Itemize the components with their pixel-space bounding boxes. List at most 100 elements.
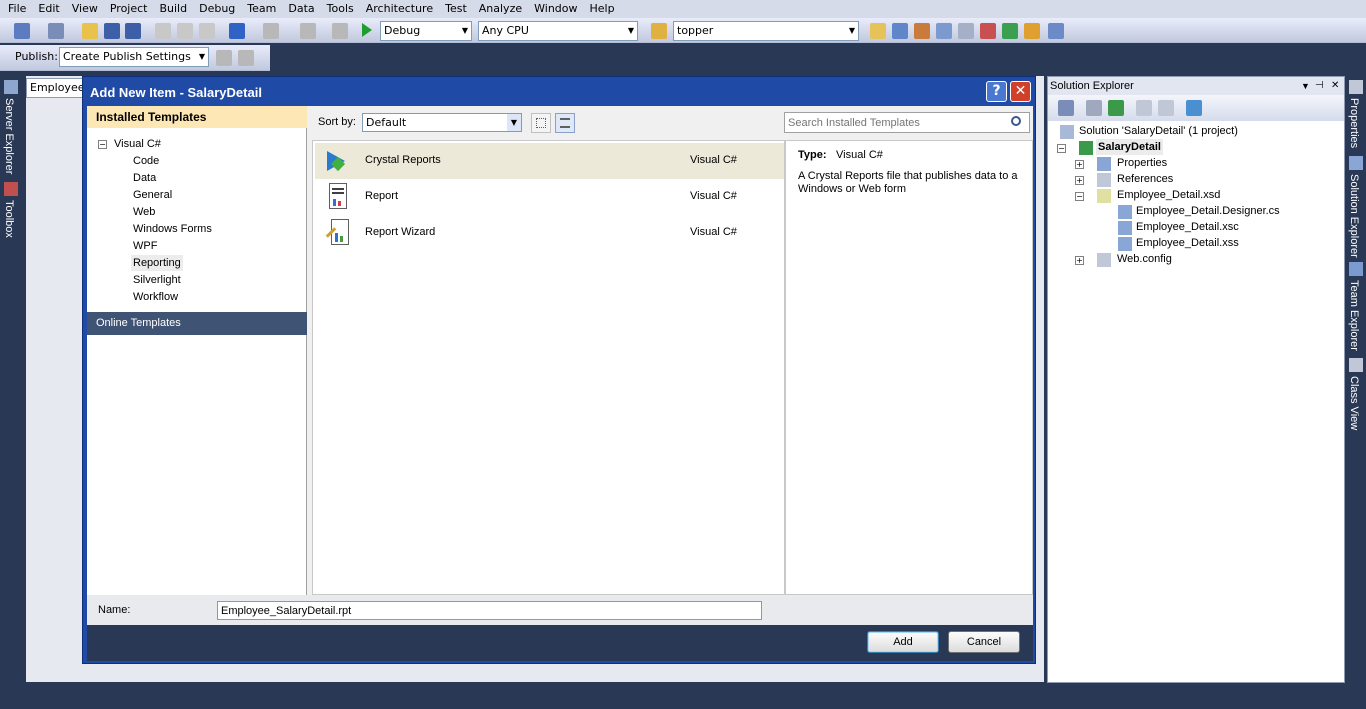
document-tab[interactable]: Employee_	[26, 78, 84, 98]
close-button[interactable]: ✕	[1010, 81, 1031, 102]
expand-icon[interactable]: +	[1075, 256, 1084, 265]
show-all-files-icon[interactable]	[1086, 100, 1102, 116]
tree-item-windows-forms[interactable]: Windows Forms	[133, 221, 212, 237]
properties-node[interactable]: Properties	[1117, 155, 1167, 171]
references-node[interactable]: References	[1117, 171, 1173, 187]
properties-window-icon[interactable]	[1058, 100, 1074, 116]
name-input[interactable]	[217, 601, 762, 620]
toolbox-icon[interactable]	[958, 23, 974, 39]
search-templates-box[interactable]	[784, 112, 1030, 133]
tree-item-silverlight[interactable]: Silverlight	[133, 272, 181, 288]
object-browser-icon[interactable]	[936, 23, 952, 39]
window-position-icon[interactable]: ▼	[1301, 77, 1310, 95]
solution-explorer-icon[interactable]	[892, 23, 908, 39]
menu-project[interactable]: Project	[104, 0, 154, 18]
web-config-node[interactable]: Web.config	[1117, 251, 1172, 267]
publish-settings-select[interactable]: Create Publish Settings ▼	[59, 47, 209, 67]
publish-icon[interactable]	[216, 50, 232, 66]
add-item-icon[interactable]	[48, 23, 64, 39]
edit-settings-icon[interactable]	[238, 50, 254, 66]
menu-build[interactable]: Build	[153, 0, 193, 18]
start-debugging-icon[interactable]	[362, 23, 372, 37]
open-folder-icon[interactable]	[82, 23, 98, 39]
auto-hide-pin-icon[interactable]: ⊣	[1315, 77, 1324, 95]
collapse-icon[interactable]: −	[1057, 144, 1066, 153]
find-combo[interactable]: topper ▼	[673, 21, 859, 41]
view-designer-icon[interactable]	[1158, 100, 1174, 116]
view-code-icon[interactable]	[1136, 100, 1152, 116]
sort-by-select[interactable]: Default ▼	[362, 113, 522, 132]
close-icon[interactable]: ✕	[1331, 77, 1339, 95]
menu-view[interactable]: View	[66, 0, 104, 18]
save-icon[interactable]	[104, 23, 120, 39]
cancel-button[interactable]: Cancel	[948, 631, 1020, 653]
tools-icon[interactable]	[980, 23, 996, 39]
menu-data[interactable]: Data	[282, 0, 320, 18]
expand-icon[interactable]: +	[1075, 176, 1084, 185]
start-page-icon[interactable]	[1002, 23, 1018, 39]
menu-file[interactable]: File	[2, 0, 32, 18]
solution-configuration-select[interactable]: Debug ▼	[380, 21, 472, 41]
designer-cs-node[interactable]: Employee_Detail.Designer.cs	[1136, 203, 1280, 219]
xss-file-node[interactable]: Employee_Detail.xss	[1136, 235, 1239, 251]
tree-item-reporting[interactable]: Reporting	[131, 255, 183, 271]
server-explorer-tab[interactable]: Server Explorer	[3, 98, 15, 174]
add-button[interactable]: Add	[867, 631, 939, 653]
save-all-icon[interactable]	[125, 23, 141, 39]
navigate-backward-icon[interactable]	[300, 23, 316, 39]
toolbox-tab[interactable]: Toolbox	[3, 200, 15, 238]
paste-icon[interactable]	[199, 23, 215, 39]
tree-item-code[interactable]: Code	[133, 153, 159, 169]
search-templates-input[interactable]	[788, 115, 1006, 130]
menu-debug[interactable]: Debug	[193, 0, 241, 18]
menu-analyze[interactable]: Analyze	[473, 0, 528, 18]
undo-icon[interactable]	[229, 23, 245, 39]
new-project-icon[interactable]	[14, 23, 30, 39]
xsc-file-node[interactable]: Employee_Detail.xsc	[1136, 219, 1239, 235]
xsd-file-node[interactable]: Employee_Detail.xsd	[1117, 187, 1220, 203]
navigate-forward-icon[interactable]	[332, 23, 348, 39]
project-node[interactable]: SalaryDetail	[1096, 139, 1163, 155]
menu-edit[interactable]: Edit	[32, 0, 65, 18]
menu-help[interactable]: Help	[584, 0, 621, 18]
tree-visual-csharp[interactable]: Visual C#	[114, 136, 161, 152]
tree-item-web[interactable]: Web	[133, 204, 155, 220]
tree-item-data[interactable]: Data	[133, 170, 156, 186]
window-icon[interactable]	[1048, 23, 1064, 39]
collapse-icon[interactable]: −	[98, 140, 107, 149]
installed-templates-header[interactable]: Installed Templates	[87, 106, 307, 128]
small-icons-view-button[interactable]	[531, 113, 551, 133]
solution-node[interactable]: Solution 'SalaryDetail' (1 project)	[1079, 123, 1238, 139]
tree-item-wpf[interactable]: WPF	[133, 238, 157, 254]
tree-item-workflow[interactable]: Workflow	[133, 289, 178, 305]
solution-explorer-tab[interactable]: Solution Explorer	[1348, 174, 1360, 258]
menu-architecture[interactable]: Architecture	[360, 0, 439, 18]
search-icon[interactable]	[1011, 116, 1021, 126]
template-row-crystal-reports[interactable]: Crystal Reports Visual C#	[315, 143, 784, 179]
help-button[interactable]: ?	[986, 81, 1007, 102]
team-explorer-tab[interactable]: Team Explorer	[1348, 280, 1360, 351]
properties-tab[interactable]: Properties	[1348, 98, 1360, 148]
menu-window[interactable]: Window	[528, 0, 583, 18]
menu-test[interactable]: Test	[439, 0, 473, 18]
copy-website-icon[interactable]	[1186, 100, 1202, 116]
menu-tools[interactable]: Tools	[321, 0, 360, 18]
refresh-icon[interactable]	[1108, 100, 1124, 116]
tree-item-general[interactable]: General	[133, 187, 172, 203]
solution-platform-select[interactable]: Any CPU ▼	[478, 21, 638, 41]
class-view-tab[interactable]: Class View	[1348, 376, 1360, 430]
template-row-report[interactable]: Report Visual C#	[315, 179, 784, 215]
find-icon[interactable]	[870, 23, 886, 39]
menu-team[interactable]: Team	[241, 0, 282, 18]
extension-manager-icon[interactable]	[1024, 23, 1040, 39]
expand-icon[interactable]: +	[1075, 160, 1084, 169]
list-view-button[interactable]	[555, 113, 575, 133]
template-row-report-wizard[interactable]: Report Wizard Visual C#	[315, 215, 784, 251]
collapse-icon[interactable]: −	[1075, 192, 1084, 201]
redo-icon[interactable]	[263, 23, 279, 39]
cut-icon[interactable]	[155, 23, 171, 39]
online-templates-header[interactable]: Online Templates	[87, 312, 307, 335]
properties-icon[interactable]	[914, 23, 930, 39]
copy-icon[interactable]	[177, 23, 193, 39]
find-in-files-icon[interactable]	[651, 23, 667, 39]
